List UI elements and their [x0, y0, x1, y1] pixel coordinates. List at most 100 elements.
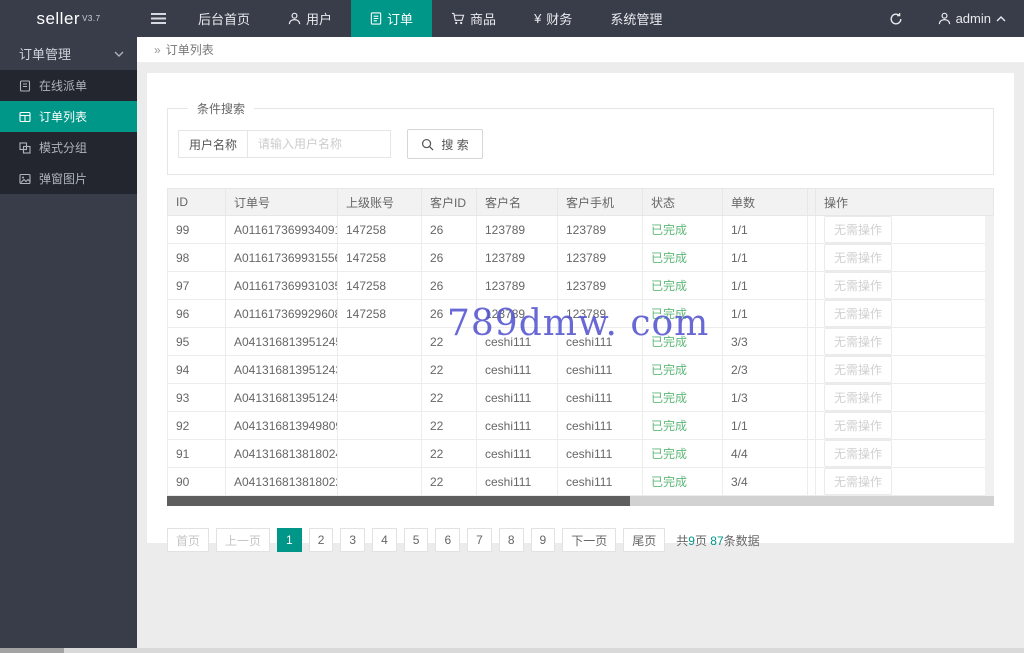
- table-row: 97A0116173699310351214725826123789123789…: [167, 271, 994, 300]
- image-icon: [19, 173, 31, 185]
- breadcrumb-separator: »: [154, 42, 161, 57]
- refresh-button[interactable]: [872, 0, 920, 37]
- page-next-button[interactable]: 下一页: [562, 528, 617, 552]
- no-action-button[interactable]: 无需操作: [824, 216, 893, 243]
- nav-item-system[interactable]: 系统管理: [591, 0, 681, 37]
- page-number-button[interactable]: 2: [308, 528, 334, 552]
- page-number-button[interactable]: 8: [498, 528, 524, 552]
- col-header-parent-account: 上级账号: [337, 188, 422, 216]
- table-horizontal-scrollbar: [167, 496, 994, 506]
- logo-version: V3.7: [82, 14, 101, 23]
- page-number-button[interactable]: 1: [277, 528, 302, 552]
- search-button[interactable]: 搜 索: [407, 129, 483, 159]
- pagination: 首页 上一页 1 2 3 4 5 6 7 8 9 下一页 尾页 共9页 87条数…: [167, 528, 994, 552]
- table-row: 98A0116173699315562814725826123789123789…: [167, 243, 994, 272]
- search-panel-legend: 条件搜索: [197, 102, 246, 116]
- page-number-button[interactable]: 9: [530, 528, 556, 552]
- col-header-id: ID: [167, 188, 226, 216]
- status-badge: 已完成: [642, 299, 723, 328]
- page-first-button[interactable]: 首页: [167, 528, 210, 552]
- table-row: 94A0413168139512431222ceshi111ceshi111已完…: [167, 355, 994, 384]
- page-number-button[interactable]: 3: [340, 528, 366, 552]
- sidebar-item-online-dispatch[interactable]: 在线派单: [0, 70, 137, 101]
- table-row: 96A0116173699296083314725826123789123789…: [167, 299, 994, 328]
- table-row: 92A0413168139498092722ceshi111ceshi111已完…: [167, 411, 994, 440]
- sidebar-group-order-management[interactable]: 订单管理: [0, 37, 137, 70]
- col-header-action: 操作: [815, 188, 994, 216]
- page-title: 订单列表: [165, 43, 214, 57]
- no-action-button[interactable]: 无需操作: [824, 384, 893, 411]
- username-label: 用户名称: [179, 131, 249, 157]
- top-bar: seller V3.7 后台首页 用户 订单 商品 ¥ 财务 系统管理 admi…: [0, 0, 1024, 37]
- col-header-order-no: 订单号: [225, 188, 338, 216]
- list-icon: [19, 111, 31, 123]
- total-records: 87: [710, 533, 724, 548]
- main-nav: 后台首页 用户 订单 商品 ¥ 财务 系统管理: [179, 0, 681, 37]
- table-horizontal-scrollbar-thumb[interactable]: [167, 496, 631, 506]
- group-icon: [19, 141, 31, 154]
- status-badge: 已完成: [642, 215, 723, 244]
- table-header-row: ID 订单号 上级账号 客户ID 客户名 客户手机 状态 单数 操作: [167, 188, 994, 216]
- breadcrumb: » 订单列表: [137, 37, 1024, 63]
- status-badge: 已完成: [642, 383, 723, 412]
- no-action-button[interactable]: 无需操作: [824, 356, 893, 383]
- page-number-button[interactable]: 4: [372, 528, 397, 552]
- nav-item-finance[interactable]: ¥ 财务: [515, 0, 591, 37]
- search-icon: [421, 138, 434, 151]
- table-row: 95A0413168139512459822ceshi111ceshi111已完…: [167, 327, 994, 356]
- status-badge: 已完成: [642, 355, 723, 384]
- page-number-button[interactable]: 7: [467, 528, 492, 552]
- col-header-count: 单数: [722, 188, 808, 216]
- status-badge: 已完成: [642, 411, 723, 440]
- status-badge: 已完成: [642, 271, 723, 300]
- sidebar-item-order-list[interactable]: 订单列表: [0, 101, 137, 132]
- page-prev-button[interactable]: 上一页: [216, 528, 271, 552]
- user-menu[interactable]: admin: [920, 0, 1024, 37]
- nav-item-users[interactable]: 用户: [269, 0, 351, 37]
- chevron-up-icon: [996, 15, 1006, 22]
- table-vertical-scrollbar[interactable]: [985, 216, 994, 496]
- col-header-customer-id: 客户ID: [421, 188, 477, 216]
- nav-item-dashboard[interactable]: 后台首页: [179, 0, 269, 37]
- no-action-button[interactable]: 无需操作: [824, 244, 893, 271]
- username-input-group: 用户名称: [178, 130, 392, 158]
- pagination-summary: 共9页 87条数据: [676, 533, 760, 548]
- sidebar-item-popup-image[interactable]: 弹窗图片: [0, 163, 137, 194]
- username-input[interactable]: [248, 131, 391, 157]
- cart-icon: [451, 12, 465, 25]
- col-header-status: 状态: [642, 188, 723, 216]
- search-panel: 条件搜索 用户名称 搜 索: [167, 100, 994, 175]
- table-row: 90A0413168138180223222ceshi111ceshi111已完…: [167, 467, 994, 496]
- logo-text: seller: [36, 8, 81, 28]
- no-action-button[interactable]: 无需操作: [824, 468, 893, 495]
- document-icon: [370, 12, 382, 25]
- col-header-customer-name: 客户名: [476, 188, 558, 216]
- nav-item-goods[interactable]: 商品: [432, 0, 515, 37]
- refresh-icon: [889, 12, 903, 26]
- sidebar: 订单管理 在线派单 订单列表 模式分组 弹窗图片: [0, 37, 137, 653]
- no-action-button[interactable]: 无需操作: [824, 440, 893, 467]
- status-badge: 已完成: [642, 439, 723, 468]
- no-action-button[interactable]: 无需操作: [824, 412, 893, 439]
- app-logo: seller V3.7: [0, 0, 137, 37]
- status-badge: 已完成: [642, 327, 723, 356]
- orders-table-wrap: ID 订单号 上级账号 客户ID 客户名 客户手机 状态 单数 操作 99A0: [167, 188, 994, 496]
- total-pages: 9: [688, 533, 695, 548]
- page-last-button[interactable]: 尾页: [623, 528, 666, 552]
- page-number-button[interactable]: 6: [435, 528, 461, 552]
- username: admin: [955, 11, 991, 26]
- no-action-button[interactable]: 无需操作: [824, 300, 893, 327]
- no-action-button[interactable]: 无需操作: [824, 328, 893, 355]
- table-row: 99A0116173699340915114725826123789123789…: [167, 215, 994, 244]
- status-badge: 已完成: [642, 467, 723, 496]
- yen-icon: ¥: [534, 11, 542, 26]
- content-card: 条件搜索 用户名称 搜 索 ID: [147, 73, 1014, 552]
- collapse-menu-button[interactable]: [137, 0, 179, 37]
- nav-item-orders[interactable]: 订单: [351, 0, 433, 37]
- user-icon: [288, 12, 301, 25]
- topbar-right: admin: [872, 0, 1024, 37]
- page-horizontal-scrollbar-thumb[interactable]: [0, 648, 64, 653]
- page-number-button[interactable]: 5: [403, 528, 429, 552]
- sidebar-item-mode-group[interactable]: 模式分组: [0, 132, 137, 163]
- no-action-button[interactable]: 无需操作: [824, 272, 893, 299]
